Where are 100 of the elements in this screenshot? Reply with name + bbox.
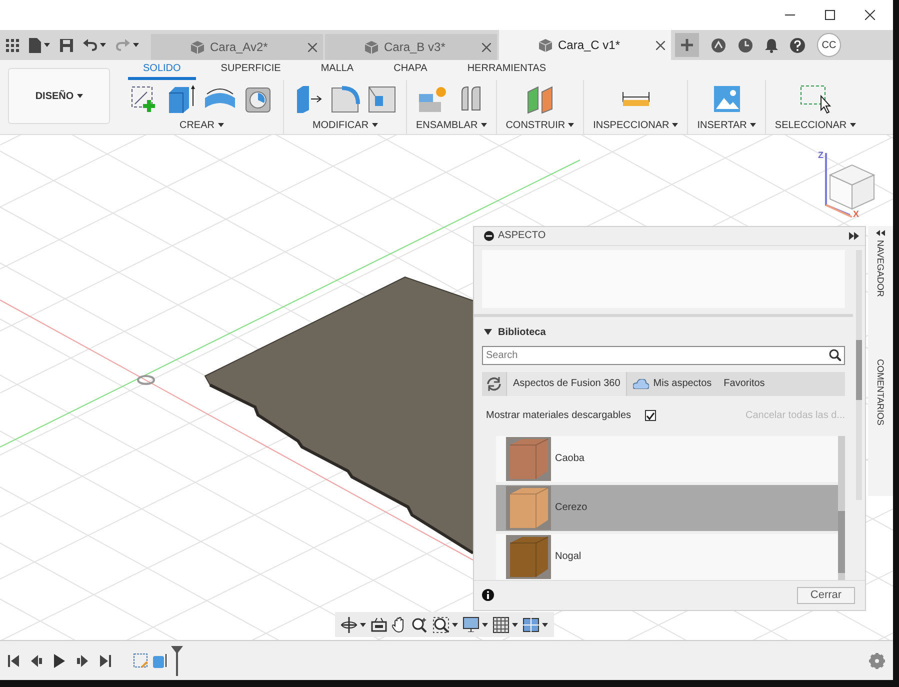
close-icon (482, 42, 491, 52)
ribbon-group-dropdown[interactable]: SELECCIONAR (774, 120, 856, 131)
scrollbar[interactable] (838, 436, 845, 580)
clock-icon[interactable] (738, 38, 753, 52)
zoom-window-icon (433, 616, 449, 632)
workspace-dropdown[interactable]: DISEÑO (8, 68, 110, 124)
redo-button[interactable] (116, 39, 139, 51)
caret-icon (100, 43, 106, 47)
ribbon-group-dropdown[interactable]: ENSAMBLAR (416, 120, 487, 131)
ribbon-group-dropdown[interactable]: CONSTRUIR (506, 120, 574, 131)
caret-icon (360, 622, 366, 626)
caret-icon (452, 622, 458, 626)
last-step-icon[interactable] (100, 654, 111, 666)
orbit-icon (341, 616, 357, 632)
ribbon-tab[interactable]: SUPERFICIE (206, 63, 296, 80)
undo-icon (83, 39, 97, 51)
origin-marker (137, 375, 155, 385)
document-tab[interactable]: Cara_C v1* (499, 30, 671, 60)
caret-icon (480, 123, 487, 128)
caret-icon (850, 123, 856, 128)
orbit-button[interactable] (341, 616, 366, 632)
close-icon (308, 42, 317, 52)
viewports-button[interactable] (523, 618, 548, 632)
ribbon-tab[interactable]: MALLA (306, 63, 369, 80)
scrollbar[interactable] (856, 250, 862, 500)
ribbon-tab[interactable]: HERRAMIENTAS (452, 63, 562, 80)
caret-icon (568, 123, 574, 128)
ribbon-group-dropdown[interactable]: MODIFICAR (312, 120, 378, 131)
side-tab[interactable]: NAVEGADOR (876, 236, 886, 301)
material-item[interactable]: Caoba (496, 436, 838, 482)
search-field[interactable]: Search (482, 346, 845, 365)
cloud-icon (633, 378, 650, 389)
box-icon (539, 38, 552, 52)
user-avatar[interactable]: CC (817, 33, 841, 57)
collapse-left-icon[interactable] (876, 230, 885, 236)
checkbox[interactable] (645, 410, 656, 422)
select-cursor-icon[interactable] (799, 84, 832, 114)
document-tab[interactable]: Cara_Av2* (151, 34, 323, 60)
new-tab-button[interactable] (675, 33, 699, 57)
insert-image-icon[interactable] (712, 85, 741, 113)
play-icon[interactable] (54, 654, 65, 668)
extension-icon[interactable] (711, 38, 726, 52)
library-tab[interactable]: Favoritos (718, 372, 771, 396)
caret-icon (482, 622, 488, 626)
help-icon[interactable] (790, 38, 805, 52)
monitor-icon (463, 617, 479, 632)
side-tab[interactable]: COMENTARIOS (876, 354, 886, 430)
zoom-icon[interactable] (412, 616, 428, 632)
ribbon-group-dropdown[interactable]: CREAR (179, 120, 224, 131)
fillet-icon[interactable] (330, 84, 360, 114)
grid-settings-button[interactable] (493, 616, 518, 632)
extrude-feature-icon[interactable] (153, 652, 167, 668)
apps-grid-icon[interactable] (6, 38, 19, 52)
document-tab[interactable]: Cara_B v3* (325, 34, 497, 60)
maximize-icon (825, 10, 835, 20)
ribbon-tab[interactable]: SOLIDO (128, 63, 196, 80)
box-icon (365, 40, 378, 54)
grid-icon (493, 616, 509, 632)
extrude-icon[interactable] (166, 84, 196, 114)
refresh-icon[interactable] (486, 376, 502, 392)
wood-cube-icon (506, 436, 551, 481)
bell-icon[interactable] (765, 38, 778, 52)
timeline-marker-icon[interactable] (171, 646, 183, 676)
plus-icon (681, 39, 693, 51)
save-icon[interactable] (60, 38, 73, 52)
previous-step-icon[interactable] (31, 654, 42, 666)
caret-icon (44, 43, 50, 47)
viewports-icon (523, 618, 539, 632)
library-tab[interactable]: Mis aspectos (627, 372, 718, 396)
ribbon-group-dropdown[interactable]: INSPECCIONAR (593, 120, 678, 131)
ribbon-tab[interactable]: CHAPA (378, 63, 442, 80)
file-button[interactable] (29, 38, 50, 52)
info-icon[interactable] (482, 589, 494, 602)
file-icon (29, 38, 41, 52)
library-tab[interactable]: Aspectos de Fusion 360 (506, 372, 628, 396)
collapse-icon[interactable] (484, 230, 494, 241)
first-step-icon[interactable] (8, 654, 19, 666)
fit-button[interactable] (433, 616, 458, 632)
wood-cube-icon (506, 534, 551, 579)
caret-icon (750, 123, 756, 128)
search-icon[interactable] (829, 348, 841, 361)
next-step-icon[interactable] (77, 654, 88, 666)
caret-icon (76, 94, 83, 98)
look-at-icon[interactable] (371, 618, 387, 632)
expand-icon[interactable] (849, 232, 859, 240)
sketch-feature-icon[interactable] (133, 652, 149, 668)
axis-label: Z (818, 150, 824, 160)
undo-button[interactable] (83, 39, 106, 51)
material-item[interactable]: Nogal (496, 534, 838, 580)
chamfer-icon[interactable] (367, 84, 397, 114)
caret-icon (512, 622, 518, 626)
axis-label: X (853, 209, 860, 219)
ribbon-group-dropdown[interactable]: INSERTAR (697, 120, 756, 131)
checkbox-label: Mostrar materiales descargables (486, 410, 632, 422)
close-button[interactable]: Cerrar (797, 586, 855, 604)
display-settings-button[interactable] (463, 617, 488, 632)
settings-icon[interactable] (869, 652, 885, 668)
close-icon (865, 10, 875, 20)
section-header[interactable]: Biblioteca (482, 326, 845, 338)
material-item[interactable]: Cerezo (496, 484, 838, 531)
